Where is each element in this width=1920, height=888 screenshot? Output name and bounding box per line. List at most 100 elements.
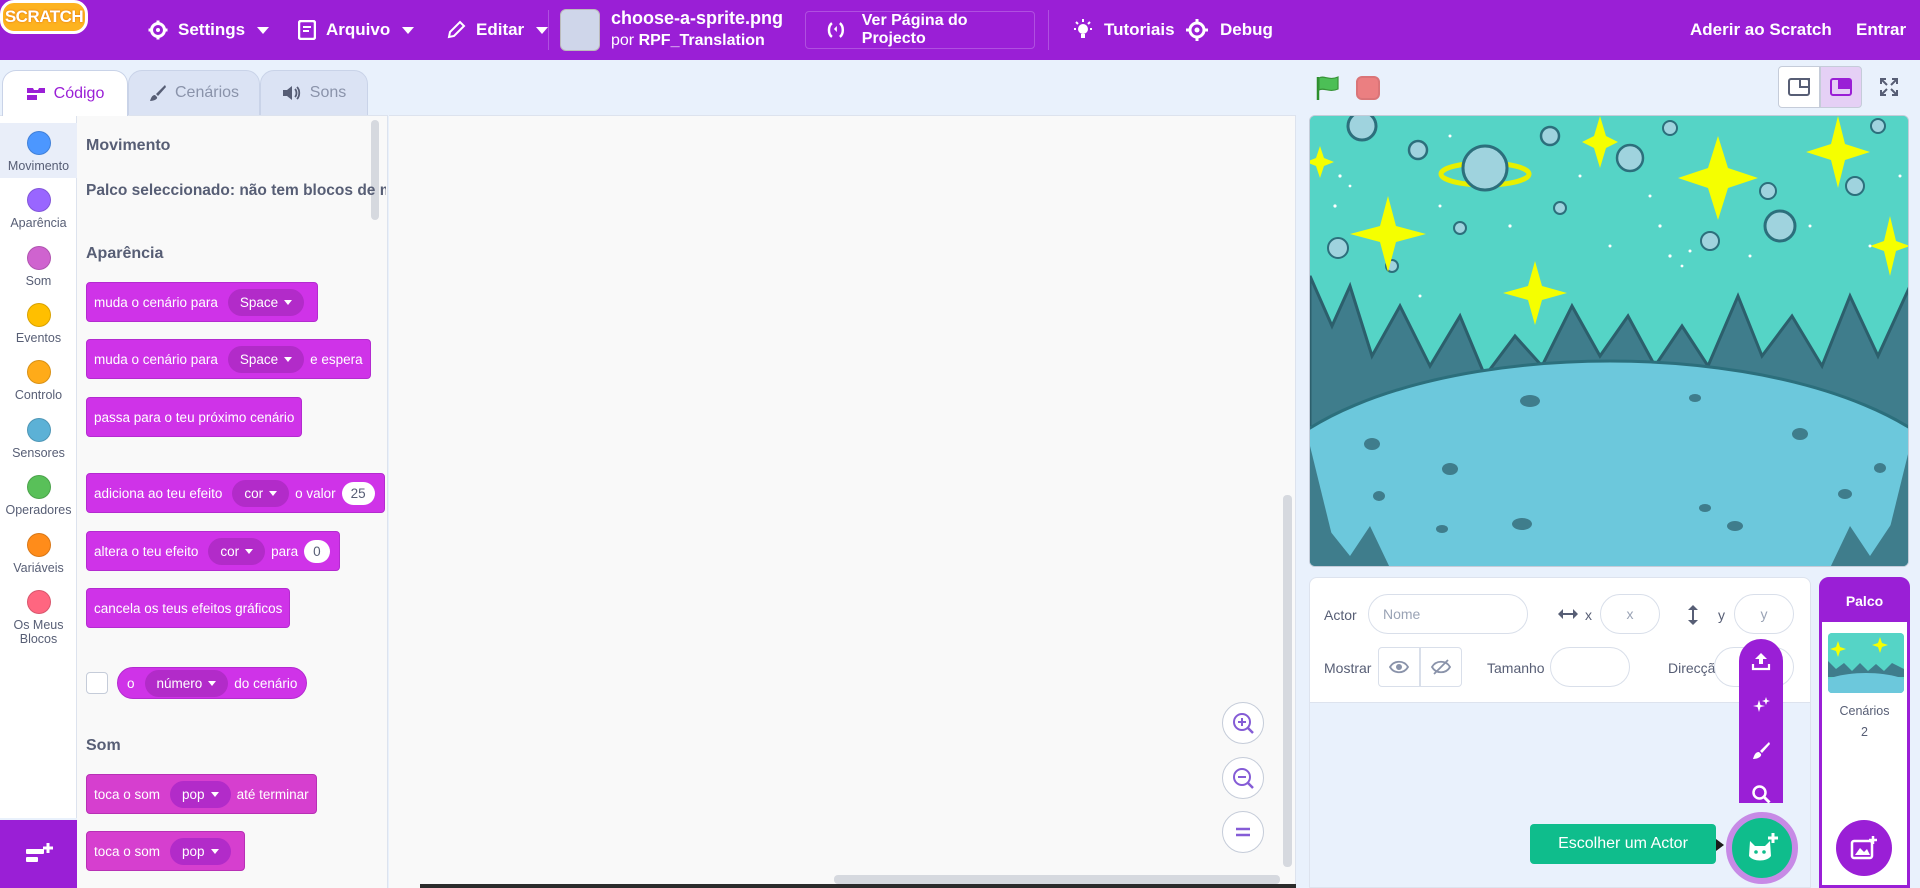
- tab-sounds-label: Sons: [309, 84, 347, 101]
- upload-sprite-button[interactable]: [1749, 649, 1773, 673]
- category-sound[interactable]: Som: [0, 238, 77, 288]
- zoom-reset-button[interactable]: [1222, 811, 1264, 853]
- script-workspace[interactable]: [389, 115, 1296, 888]
- category-motion[interactable]: Movimento: [0, 123, 77, 178]
- category-dot-control: [26, 360, 51, 384]
- palette-motion-note: Palco seleccionado: não tem blocos de mo…: [86, 182, 386, 199]
- effect-dropdown[interactable]: cor: [232, 479, 290, 507]
- block-set-effect[interactable]: altera o teu efeito cor para 0: [86, 531, 340, 571]
- block-next-backdrop[interactable]: passa para o teu próximo cenário: [86, 397, 303, 437]
- workspace-vertical-scrollbar[interactable]: [1283, 495, 1292, 867]
- zoom-in-button[interactable]: [1222, 702, 1264, 744]
- category-menu: Movimento Aparência Som Eventos Controlo…: [0, 115, 77, 818]
- category-dot-motion: [26, 131, 51, 155]
- sprite-name-input[interactable]: Nome: [1368, 594, 1528, 634]
- eye-icon: [1389, 660, 1409, 674]
- show-sprite-button[interactable]: [1378, 647, 1420, 687]
- category-label: Eventos: [15, 331, 62, 345]
- lightbulb-icon: [1074, 19, 1092, 38]
- add-extension-button[interactable]: [0, 820, 77, 888]
- backdrop-dropdown[interactable]: Space: [227, 345, 305, 373]
- menu-bar: SCRATCH Settings Arquivo Editar choose-a…: [0, 0, 1920, 60]
- category-sensing[interactable]: Sensores: [0, 410, 77, 460]
- block-text: toca o som: [94, 843, 161, 859]
- category-dot-operators: [26, 475, 51, 499]
- sign-in-link[interactable]: Entrar: [1856, 0, 1906, 60]
- tutorials-button[interactable]: Tutoriais: [1072, 0, 1175, 60]
- hide-sprite-button[interactable]: [1420, 647, 1462, 687]
- category-control[interactable]: Controlo: [0, 352, 77, 402]
- sound-dropdown[interactable]: pop: [170, 837, 231, 865]
- block-switch-backdrop[interactable]: muda o cenário para Space: [86, 282, 319, 322]
- reporter-backdrop-number[interactable]: o número do cenário: [117, 667, 308, 699]
- workspace-horizontal-scrollbar[interactable]: [834, 875, 1280, 884]
- reporter-checkbox[interactable]: [86, 672, 108, 694]
- stage-selector-title: Palco: [1822, 580, 1907, 622]
- stage-selector[interactable]: Palco Cenários 2: [1819, 577, 1910, 888]
- project-title[interactable]: choose-a-sprite.png: [611, 8, 783, 29]
- block-play-sound-until-done[interactable]: toca o som pop até terminar: [86, 774, 317, 814]
- add-backdrop-icon: [1850, 836, 1877, 860]
- file-menu[interactable]: Arquivo: [298, 0, 415, 60]
- surprise-sprite-button[interactable]: [1749, 694, 1773, 718]
- green-flag-icon[interactable]: [1314, 74, 1342, 102]
- block-clear-effects[interactable]: cancela os teus efeitos gráficos: [86, 588, 291, 628]
- join-scratch-link[interactable]: Aderir ao Scratch: [1690, 0, 1832, 60]
- sprite-label: Actor: [1324, 607, 1357, 623]
- small-stage-button[interactable]: [1778, 66, 1820, 108]
- sound-dropdown[interactable]: pop: [170, 780, 231, 808]
- tab-backdrops[interactable]: Cenários: [128, 70, 260, 116]
- tab-backdrops-label: Cenários: [174, 84, 240, 101]
- edit-menu[interactable]: Editar: [446, 0, 549, 60]
- palette-heading-looks: Aparência: [86, 245, 164, 262]
- choose-backdrop-button[interactable]: [1836, 820, 1892, 876]
- backdrop-thumbnail: [1828, 633, 1904, 693]
- number-name-dropdown[interactable]: número: [144, 669, 229, 697]
- category-label: Som: [25, 274, 52, 288]
- code-icon: [26, 87, 45, 100]
- small-stage-icon: [1788, 78, 1810, 96]
- choose-sprite-button[interactable]: [1726, 812, 1798, 884]
- backdrops-label: Cenários: [1839, 704, 1890, 718]
- block-switch-backdrop-wait[interactable]: muda o cenário para Space e espera: [86, 339, 371, 379]
- search-sprite-button[interactable]: [1749, 782, 1773, 806]
- block-start-sound[interactable]: toca o som pop: [86, 831, 245, 871]
- author-name[interactable]: RPF_Translation: [639, 32, 765, 49]
- x-input[interactable]: x: [1600, 594, 1660, 634]
- menu-divider: [1048, 10, 1049, 50]
- debug-button[interactable]: Debug: [1184, 0, 1273, 60]
- gear-icon: [148, 20, 168, 40]
- paint-sprite-button[interactable]: [1749, 738, 1773, 762]
- size-input[interactable]: [1550, 647, 1630, 687]
- block-text: passa para o teu próximo cenário: [94, 409, 295, 425]
- y-input[interactable]: y: [1734, 594, 1794, 634]
- value-input[interactable]: 0: [304, 539, 330, 563]
- see-project-page-button[interactable]: Ver Página do Projecto: [805, 11, 1035, 49]
- tab-code[interactable]: Código: [2, 70, 128, 116]
- effect-dropdown[interactable]: cor: [208, 537, 266, 565]
- tab-sounds[interactable]: Sons: [260, 70, 368, 116]
- category-operators[interactable]: Operadores: [0, 467, 77, 517]
- fullscreen-button[interactable]: [1868, 66, 1910, 108]
- chevron-down-icon: [257, 26, 270, 34]
- category-variables[interactable]: Variáveis: [0, 525, 77, 575]
- category-dot-my-blocks: [26, 590, 51, 614]
- backdrop-dropdown[interactable]: Space: [227, 288, 305, 316]
- zoom-out-button[interactable]: [1222, 757, 1264, 799]
- palette-scrollbar[interactable]: [371, 120, 379, 220]
- settings-menu[interactable]: Settings: [148, 0, 270, 60]
- stage-canvas[interactable]: [1309, 115, 1909, 567]
- window-bottom-edge: [420, 884, 1296, 888]
- equals-icon: [1236, 827, 1250, 837]
- category-events[interactable]: Eventos: [0, 295, 77, 345]
- block-text: muda o cenário para: [94, 294, 218, 310]
- category-my-blocks[interactable]: Os Meus Blocos: [0, 582, 77, 646]
- scratch-logo[interactable]: SCRATCH: [0, 0, 88, 34]
- normal-stage-button[interactable]: [1820, 66, 1862, 108]
- category-looks[interactable]: Aparência: [0, 180, 77, 230]
- space-backdrop-image: [1310, 116, 1908, 566]
- stop-sign-icon[interactable]: [1356, 76, 1380, 100]
- block-change-effect[interactable]: adiciona ao teu efeito cor o valor 25: [86, 473, 385, 513]
- value-input[interactable]: 25: [341, 481, 375, 505]
- category-label: Variáveis: [13, 561, 64, 575]
